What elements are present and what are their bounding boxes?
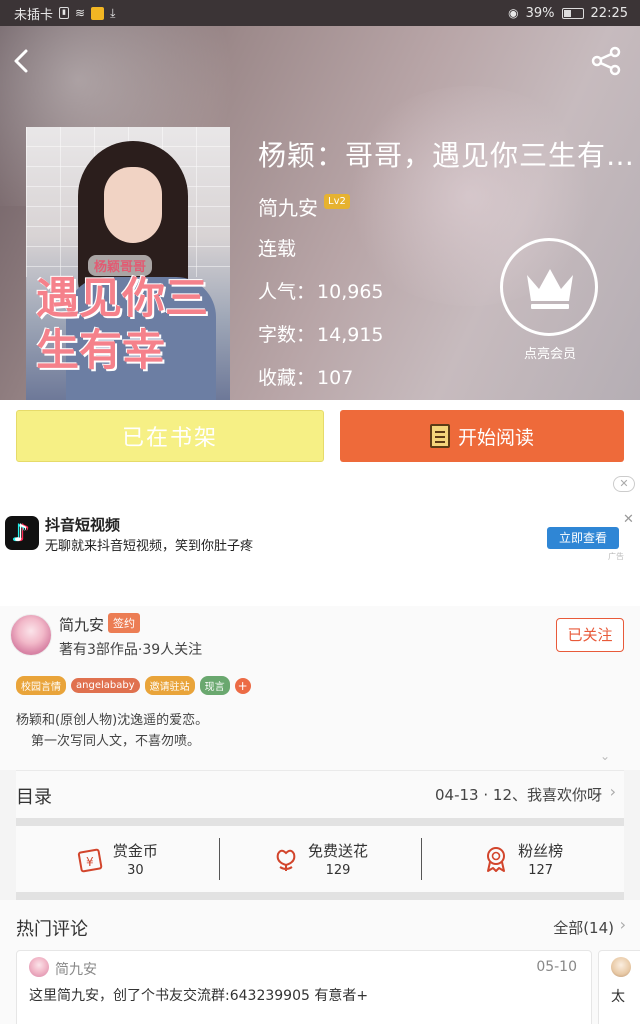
author-level-badge: Lv2 [324, 194, 350, 209]
commenter-avatar[interactable] [29, 957, 49, 977]
vip-label: 点亮会员 [523, 347, 576, 362]
close-icon[interactable]: ✕ [623, 512, 634, 527]
book-intro: 杨颖和(原创人物)沈逸遥的爱恋。 第一次写同人文，不喜勿喷。 [16, 710, 208, 752]
reward-coins-button[interactable]: ¥ 赏金币 30 [16, 826, 219, 892]
table-of-contents-row[interactable]: 目录 04-13 · 12、我喜欢你呀 › [16, 770, 624, 818]
ad-label: 广告 [608, 552, 624, 561]
stat-value: 129 [325, 863, 351, 878]
support-stats-row: ¥ 赏金币 30 免费送花 129 粉丝榜 127 [16, 826, 624, 892]
carrier-label: 未插卡 [14, 7, 54, 23]
stat-value: 30 [127, 863, 144, 878]
cover-figure-face [104, 167, 162, 243]
popularity-label: 人气： [258, 281, 316, 303]
eye-icon: ◉ [508, 6, 519, 20]
comment-text: 这里简九安，创了个书友交流群:643239905 有意者+ [29, 988, 369, 1004]
tag-chip[interactable]: 现言 [199, 676, 230, 695]
ad-title[interactable]: 抖音短视频 [45, 514, 120, 535]
tag-list: 校园言情 angelababy 邀请驻站 现言 + [16, 676, 251, 695]
douyin-logo-icon: ♪ [5, 516, 39, 550]
latest-chapter: 04-13 · 12、我喜欢你呀 [435, 786, 602, 804]
ad-view-button[interactable]: 立即查看 [547, 527, 619, 549]
tag-chip[interactable]: 校园言情 [16, 676, 66, 695]
flower-icon [272, 845, 300, 873]
author-stats: 著有3部作品·39人关注 [59, 642, 203, 658]
signed-badge: 签约 [108, 613, 140, 633]
clock: 22:25 [590, 5, 628, 21]
notification-icon [91, 6, 105, 20]
crown-icon [527, 269, 573, 309]
vip-button[interactable] [500, 238, 598, 336]
svg-text:¥: ¥ [86, 855, 94, 869]
intro-line: 杨颖和(原创人物)沈逸遥的爱恋。 [16, 713, 209, 728]
stat-value: 127 [528, 863, 554, 878]
favorites-value: 107 [317, 367, 354, 389]
in-bookshelf-button[interactable]: 已在书架 [16, 410, 324, 462]
cover-title: 遇见你三生有幸 [36, 274, 208, 376]
battery-percent: 39% [525, 5, 555, 21]
battery-icon [561, 7, 584, 19]
author-name[interactable]: 简九安 [59, 614, 104, 635]
add-tag-button[interactable]: + [234, 677, 251, 694]
author-avatar[interactable] [10, 614, 52, 656]
share-icon [591, 46, 621, 76]
popularity-row: 人气： 10,965 [258, 277, 384, 304]
wordcount-value: 14,915 [317, 324, 384, 346]
favorites-label: 收藏： [258, 367, 316, 389]
stat-label: 赏金币 [112, 842, 158, 860]
fan-ranking-button[interactable]: 粉丝榜 127 [421, 826, 624, 892]
book-header: 杨颖哥哥 遇见你三生有幸 杨颖：哥哥，遇见你三生有… 简九安 Lv2 连载 人气… [0, 26, 640, 400]
tag-chip[interactable]: 邀请驻站 [144, 676, 195, 695]
book-author[interactable]: 简九安 [258, 192, 318, 221]
hot-comments-section: 热门评论 全部(14) › 简九安 05-10 这里简九安，创了个书友交流群:6… [0, 900, 640, 1024]
favorites-row: 收藏： 107 [258, 363, 353, 390]
share-button[interactable] [590, 46, 622, 76]
commenter-name: 简九安 [55, 962, 97, 978]
send-flowers-button[interactable]: 免费送花 129 [218, 826, 422, 892]
popularity-value: 10,965 [317, 281, 384, 303]
start-reading-label: 开始阅读 [457, 426, 534, 449]
section-divider [16, 892, 624, 900]
intro-line: 第一次写同人文，不喜勿喷。 [31, 734, 201, 749]
chevron-down-icon[interactable]: ⌄ [600, 749, 610, 763]
follow-button[interactable]: 已关注 [556, 618, 624, 652]
book-cover[interactable]: 杨颖哥哥 遇见你三生有幸 [26, 127, 230, 400]
section-divider [16, 818, 624, 826]
ad-banner: ✕ ♪ 抖音短视频 无聊就来抖音短视频，笑到你肚子疼 立即查看 ✕ 广告 [0, 472, 640, 606]
download-icon: ⤓ [110, 6, 116, 20]
medal-icon [482, 845, 510, 873]
book-author-row: 简九安 Lv2 [258, 192, 350, 221]
all-comments-link[interactable]: 全部(14) [553, 917, 614, 938]
ad-dismiss-button[interactable]: ✕ [613, 476, 635, 492]
toc-label: 目录 [16, 787, 52, 808]
comment-card[interactable]: 简九安 05-10 这里简九安，创了个书友交流群:643239905 有意者+ [16, 950, 592, 1024]
chevron-left-icon [14, 49, 28, 73]
comment-text: 太 [611, 989, 625, 1005]
book-icon [429, 424, 450, 448]
back-button[interactable] [10, 48, 34, 74]
stat-label: 粉丝榜 [518, 842, 564, 860]
status-bar: 未插卡 ▮ ≋ ⤓ ◉ 39% 22:25 [0, 0, 640, 26]
sim-icon: ▮ [59, 7, 70, 19]
book-status: 连载 [258, 238, 297, 260]
chevron-right-icon[interactable]: › [620, 915, 626, 934]
gold-coin-icon: ¥ [77, 845, 105, 873]
author-section: 简九安 签约 著有3部作品·39人关注 已关注 校园言情 angelababy … [0, 606, 640, 770]
wordcount-row: 字数： 14,915 [258, 320, 384, 347]
start-reading-button[interactable]: 开始阅读 [340, 410, 624, 462]
action-bar: 已在书架 开始阅读 [0, 400, 640, 472]
wordcount-label: 字数： [258, 324, 316, 346]
comment-date: 05-10 [536, 959, 577, 975]
ad-description: 无聊就来抖音短视频，笑到你肚子疼 [45, 539, 254, 554]
commenter-avatar[interactable] [611, 957, 631, 977]
book-title: 杨颖：哥哥，遇见你三生有… [258, 139, 636, 172]
chevron-right-icon: › [609, 782, 616, 801]
tag-chip[interactable]: angelababy [71, 678, 140, 693]
hot-comments-title: 热门评论 [16, 919, 88, 940]
wifi-icon: ≋ [75, 6, 86, 20]
stat-label: 免费送花 [308, 842, 369, 860]
comment-card[interactable]: 太 [598, 950, 640, 1024]
